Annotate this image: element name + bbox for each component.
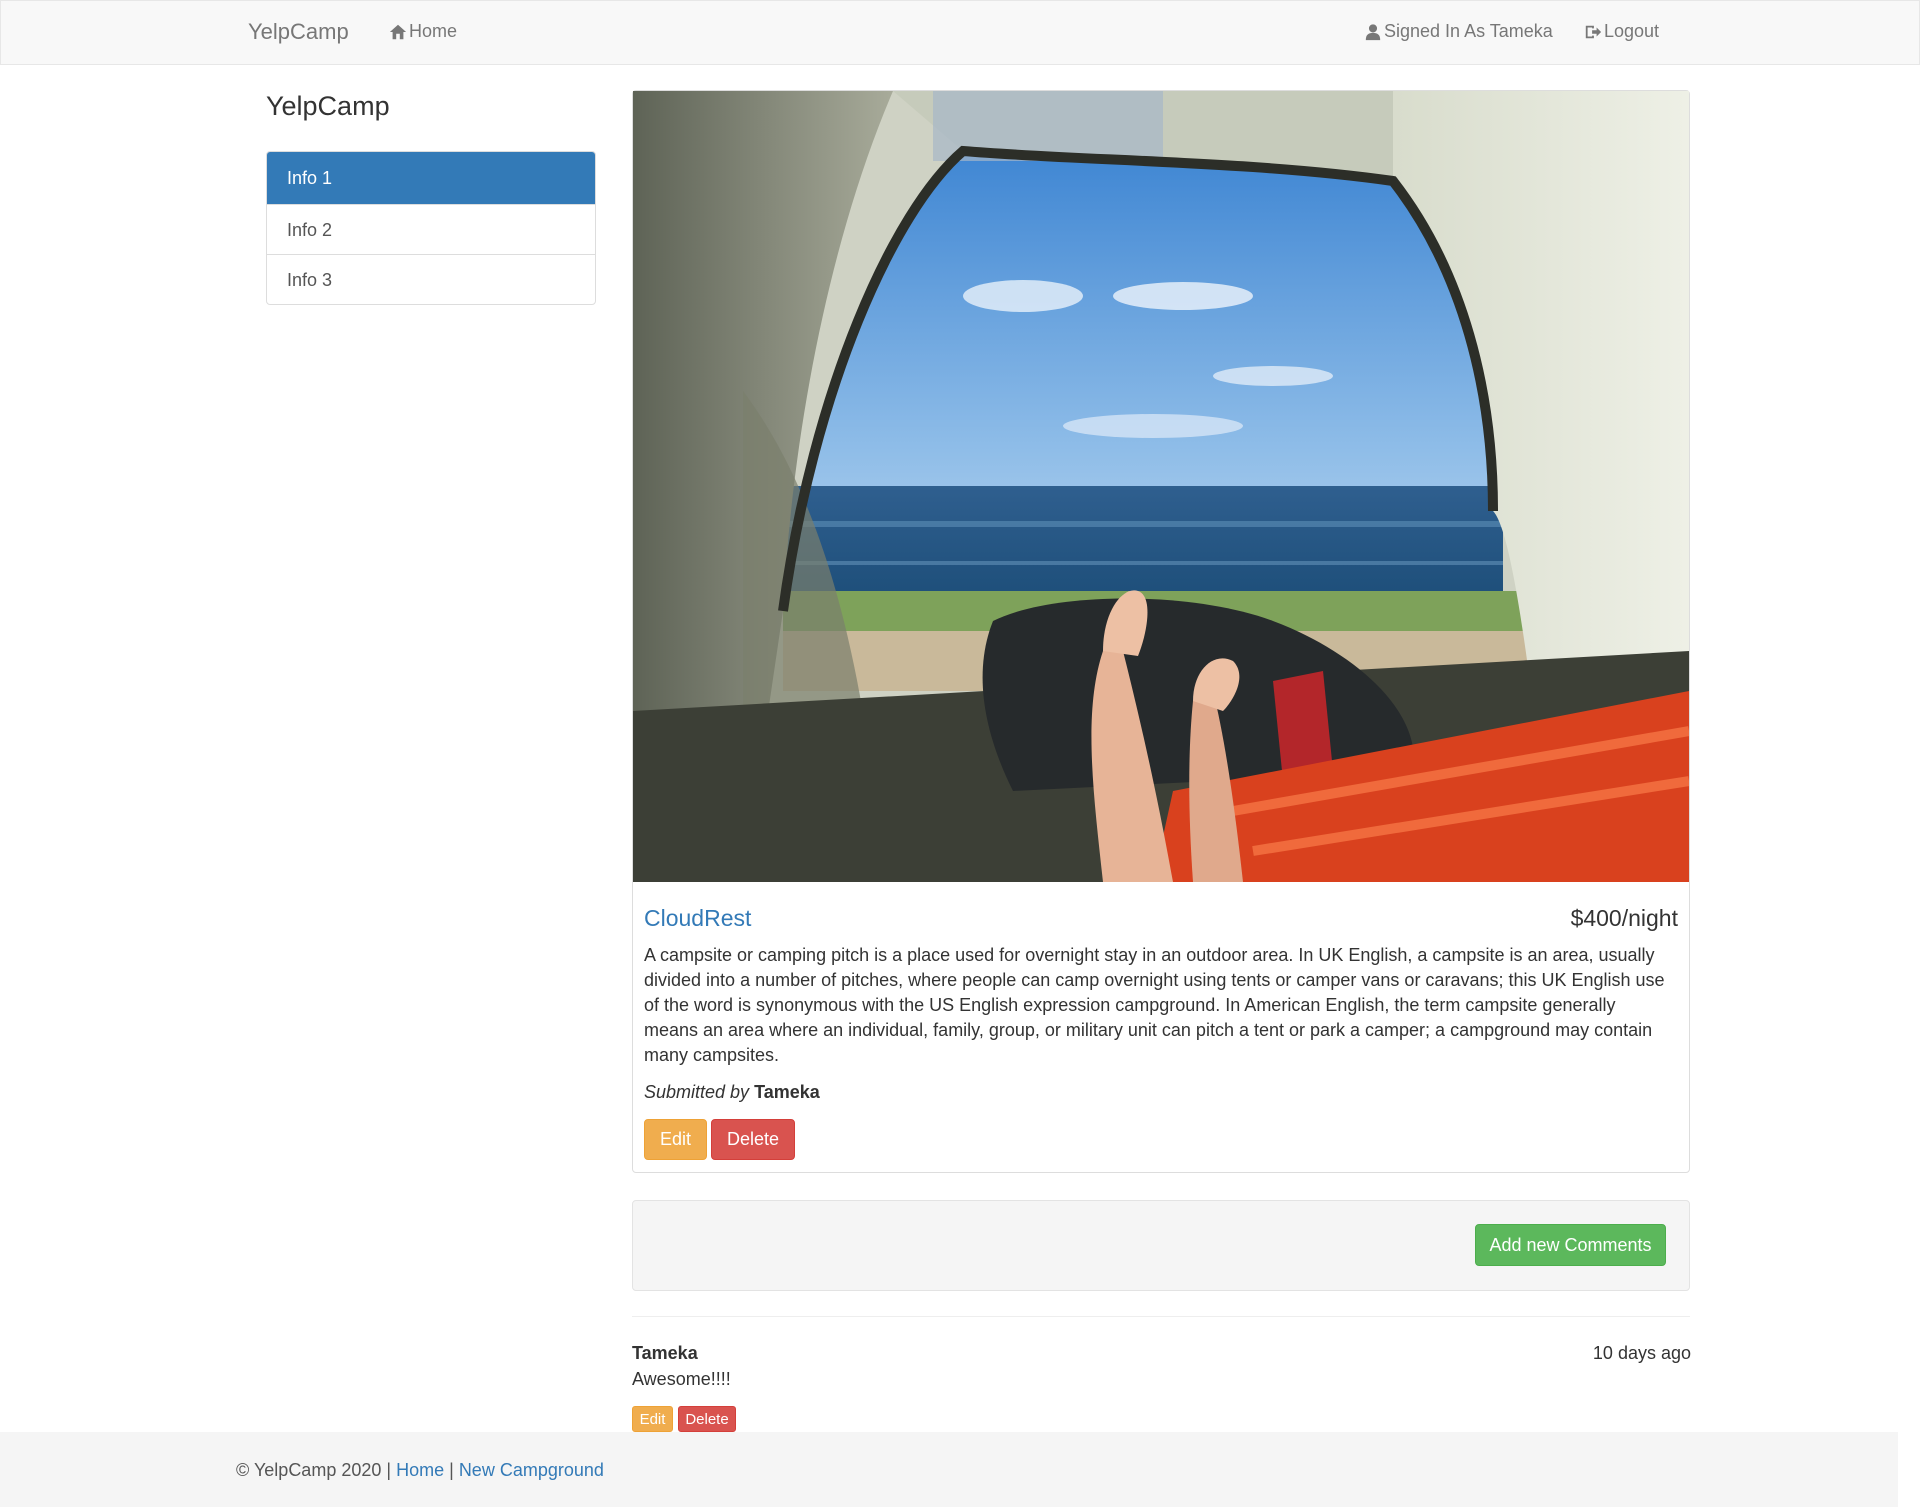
add-comment-button[interactable]: Add new Comments [1475, 1224, 1666, 1266]
footer-home-link[interactable]: Home [396, 1460, 444, 1480]
nav-signed-in-user[interactable]: Signed In As Tameka [1364, 21, 1553, 42]
delete-comment-button[interactable]: Delete [678, 1406, 736, 1432]
nav-logout-link[interactable]: Logout [1584, 21, 1659, 42]
nav-logout-label: Logout [1604, 21, 1660, 41]
comment-timestamp: 10 days ago [1592, 1343, 1691, 1363]
submitted-by-author: Tameka [754, 1082, 820, 1102]
sidebar-item-info-3[interactable]: Info 3 [267, 254, 595, 304]
top-navbar: YelpCamp Home Signed In As Tameka Logout [0, 0, 1920, 65]
campground-name[interactable]: CloudRest [644, 905, 751, 932]
campground-price: $400/night [1570, 905, 1678, 931]
footer-copyright: © YelpCamp 2020 | [236, 1460, 392, 1480]
footer-new-campground-link[interactable]: New Campground [459, 1460, 604, 1480]
campground-description: A campsite or camping pitch is a place u… [644, 945, 1665, 1065]
campground-image [633, 91, 1689, 882]
nav-user-label: Signed In As Tameka [1384, 21, 1553, 41]
sidebar-list: Info 1 Info 2 Info 3 [266, 151, 596, 305]
footer-text: © YelpCamp 2020 | Home | New Campground [236, 1460, 604, 1481]
delete-campground-button[interactable]: Delete [711, 1119, 795, 1160]
comments-divider [632, 1316, 1690, 1317]
nav-home-link[interactable]: Home [389, 21, 457, 42]
nav-home-label: Home [409, 21, 458, 41]
sidebar-item-info-1[interactable]: Info 1 [267, 152, 595, 204]
comment-text: Awesome!!!! [632, 1369, 731, 1389]
logout-icon [1584, 23, 1602, 41]
submitted-by: Submitted by Tameka [644, 1082, 820, 1103]
sidebar-item-info-2[interactable]: Info 2 [267, 204, 595, 254]
home-icon [389, 23, 407, 41]
comment-author: Tameka [632, 1343, 698, 1363]
footer-separator: | [449, 1460, 454, 1480]
submitted-by-prefix: Submitted by [644, 1082, 750, 1102]
footer: © YelpCamp 2020 | Home | New Campground [0, 1432, 1898, 1507]
navbar-brand[interactable]: YelpCamp [248, 19, 349, 45]
edit-campground-button[interactable]: Edit [644, 1119, 707, 1160]
sidebar-title: YelpCamp [266, 91, 390, 121]
user-icon [1364, 23, 1382, 41]
edit-comment-button[interactable]: Edit [632, 1406, 673, 1432]
